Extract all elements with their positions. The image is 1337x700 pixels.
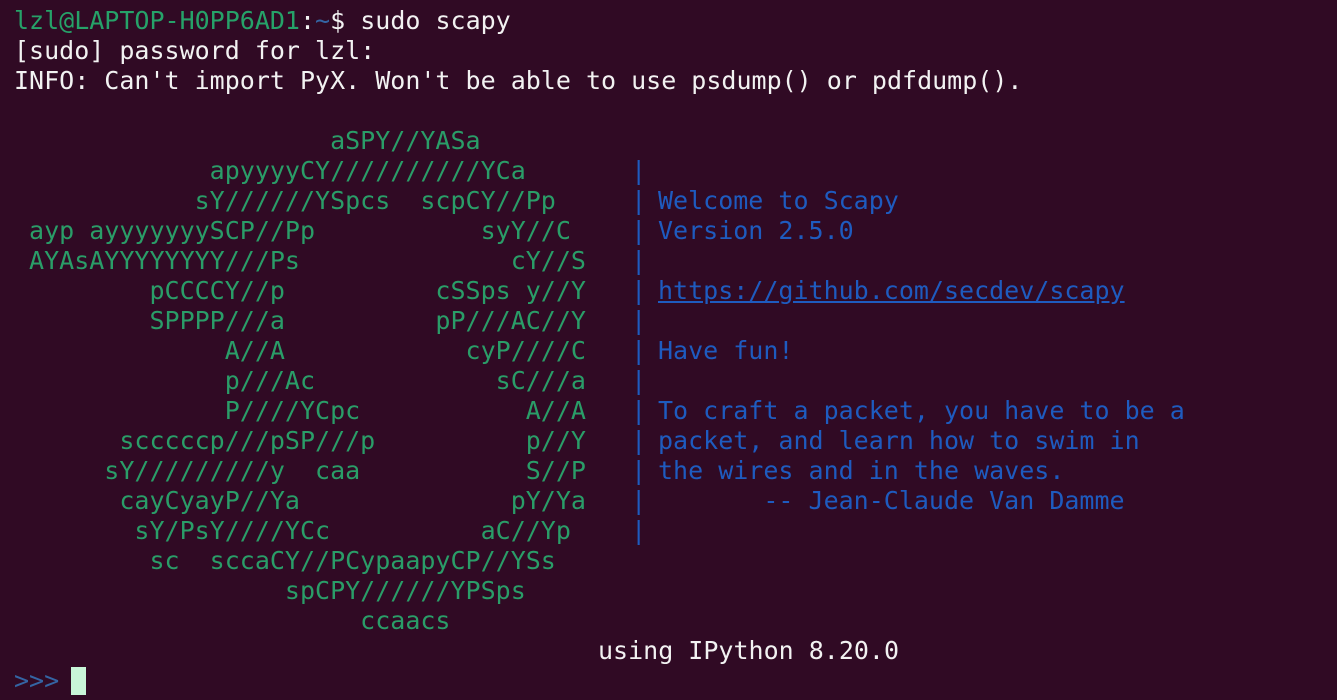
github-link[interactable]: https://github.com/secdev/scapy: [658, 276, 1125, 305]
ascii-art-line: apyyyyCY//////////YCa |: [14, 156, 647, 185]
text-cursor: [71, 667, 87, 695]
banner-line: Welcome to Scapy: [658, 186, 899, 215]
ascii-art-line: spCPY//////YPSps: [14, 576, 526, 605]
separator-bar: |: [631, 366, 647, 395]
separator-bar: |: [631, 486, 647, 515]
banner-line: Version 2.5.0: [658, 216, 854, 245]
separator-bar: |: [631, 276, 647, 305]
ascii-art-line: scccccp///pSP///p p//Y |: [14, 426, 647, 455]
python-prompt: >>>: [14, 666, 60, 695]
info-warning-line: INFO: Can't import PyX. Won't be able to…: [14, 66, 1023, 95]
separator-bar: |: [631, 456, 647, 485]
separator-bar: |: [631, 426, 647, 455]
separator-bar: |: [631, 396, 647, 425]
ascii-art-line: SPPPP///a pP///AC//Y |: [14, 306, 647, 335]
ascii-art-line: sc sccaCY//PCypaapyCP//YSs: [14, 546, 556, 575]
prompt-path: ~: [315, 6, 331, 35]
banner-line: To craft a packet, you have to be a: [658, 396, 1185, 425]
ascii-art-line: P////YCpc A//A |: [14, 396, 647, 425]
banner-line: packet, and learn how to swim in: [658, 426, 1140, 455]
ascii-art-line: ayp ayyyyyyySCP//Pp syY//C |: [14, 216, 647, 245]
separator-bar: |: [631, 216, 647, 245]
command-prompt-line: lzl@LAPTOP-H0PP6AD1:~$ sudo scapy: [14, 6, 511, 36]
separator-bar: |: [631, 246, 647, 275]
separator-bar: |: [631, 336, 647, 365]
banner-line: the wires and in the waves.: [658, 456, 1065, 485]
ascii-art-line: AYAsAYYYYYYYY///Ps cY//S |: [14, 246, 647, 275]
prompt-dollar: $: [330, 6, 346, 35]
command-text: sudo scapy: [345, 6, 511, 35]
ipython-version-line: using IPython 8.20.0: [598, 636, 900, 665]
ascii-art-line: A//A cyP////C |: [14, 336, 647, 365]
ascii-art-line: pCCCCY//p cSSps y//Y |: [14, 276, 647, 305]
banner-line: -- Jean-Claude Van Damme: [658, 486, 1125, 515]
separator-bar: |: [631, 156, 647, 185]
separator-bar: |: [631, 186, 647, 215]
ascii-art-line: p///Ac sC///a |: [14, 366, 647, 395]
ascii-art-line: ccaacs: [14, 606, 451, 635]
ascii-art-line: sY/////////y caa S//P |: [14, 456, 647, 485]
prompt-user-host: lzl@LAPTOP-H0PP6AD1: [14, 6, 300, 35]
sudo-password-line: [sudo] password for lzl:: [14, 36, 376, 65]
separator-bar: |: [631, 516, 647, 545]
prompt-colon: :: [299, 6, 316, 35]
terminal-window[interactable]: lzl@LAPTOP-H0PP6AD1:~$ sudo scapy [sudo]…: [0, 0, 1337, 700]
separator-bar: |: [631, 306, 647, 335]
python-input-line[interactable]: >>>: [14, 666, 87, 696]
ascii-art-line: sY//////YSpcs scpCY//Pp |: [14, 186, 647, 215]
banner-line: https://github.com/secdev/scapy: [658, 276, 1125, 306]
ascii-art-line: sY/PsY////YCc aC//Yp |: [14, 516, 647, 545]
ascii-art-line: aSPY//YASa: [14, 126, 481, 155]
banner-line: Have fun!: [658, 336, 794, 365]
ascii-art-line: cayCyayP//Ya pY/Ya |: [14, 486, 647, 515]
